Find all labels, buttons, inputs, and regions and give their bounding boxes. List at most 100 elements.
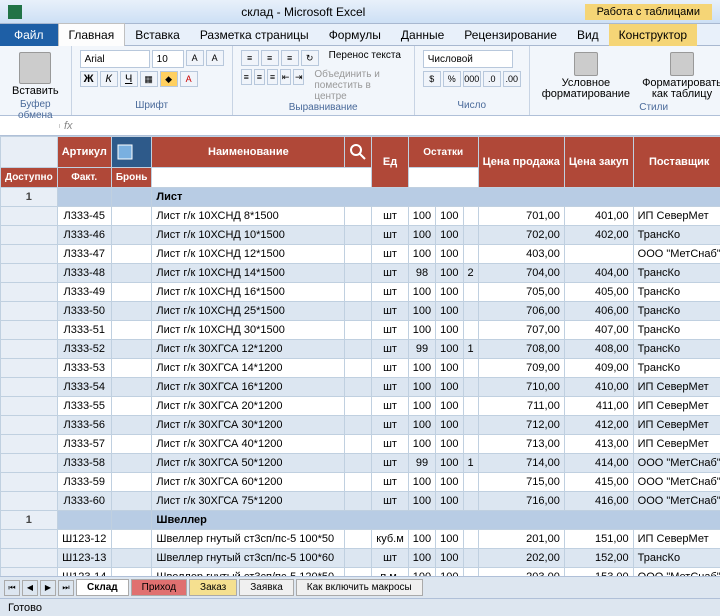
table-row[interactable]: Л333-52Лист г/к 30ХГСА 12*1200шт99100170… <box>1 340 720 359</box>
window-title: склад - Microsoft Excel <box>22 5 585 19</box>
font-color-button[interactable]: A <box>180 71 198 87</box>
decrease-font-button[interactable]: A <box>206 50 224 66</box>
table-row[interactable]: Л333-46Лист г/к 10ХСНД 10*1500шт10010070… <box>1 226 720 245</box>
comma-button[interactable]: 000 <box>463 71 481 87</box>
table-row[interactable]: Л333-57Лист г/к 30ХГСА 40*1200шт10010071… <box>1 435 720 454</box>
fx-icon[interactable]: fx <box>60 120 77 132</box>
align-top-button[interactable]: ≡ <box>241 50 259 66</box>
file-menu[interactable]: Файл <box>0 24 58 46</box>
header-bron[interactable]: Бронь <box>111 168 152 188</box>
status-text: Готово <box>8 602 42 614</box>
header-cena-zakup[interactable]: Цена закуп <box>564 137 633 188</box>
bold-button[interactable]: Ж <box>80 71 98 87</box>
paste-button[interactable]: Вставить <box>8 50 63 99</box>
number-format-combo[interactable]: Числовой <box>423 50 513 68</box>
underline-button[interactable]: Ч <box>120 71 138 87</box>
table-row[interactable]: Ш123-12Швеллер гнутый ст3сп/пс-5 100*50к… <box>1 530 720 549</box>
percent-button[interactable]: % <box>443 71 461 87</box>
header-dostupno[interactable]: Доступно <box>1 168 58 188</box>
table-row[interactable]: Л333-58Лист г/к 30ХГСА 50*1200шт99100171… <box>1 454 720 473</box>
tab-insert[interactable]: Вставка <box>125 24 190 46</box>
table-row[interactable]: Л333-56Лист г/к 30ХГСА 30*1200шт10010071… <box>1 416 720 435</box>
align-center-button[interactable]: ≡ <box>254 69 265 85</box>
table-row[interactable]: Л333-59Лист г/к 30ХГСА 60*1200шт10010071… <box>1 473 720 492</box>
ribbon-group-clipboard: Вставить Буфер обмена <box>0 46 72 115</box>
decrease-indent-button[interactable]: ⇤ <box>280 69 291 85</box>
align-left-button[interactable]: ≡ <box>241 69 252 85</box>
border-button[interactable]: ▦ <box>140 71 158 87</box>
table-row[interactable]: Л333-60Лист г/к 30ХГСА 75*1200шт10010071… <box>1 492 720 511</box>
header-artikul[interactable]: Артикул <box>57 137 111 168</box>
format-table-button[interactable]: Форматировать как таблицу <box>638 50 720 102</box>
header-fakt[interactable]: Факт. <box>57 168 111 188</box>
header-ed[interactable]: Ед <box>372 137 408 188</box>
header-search-icon[interactable] <box>345 137 372 168</box>
tab-home[interactable]: Главная <box>58 23 126 46</box>
tab-nav-prev[interactable]: ◀ <box>22 580 38 596</box>
tab-formulas[interactable]: Формулы <box>319 24 391 46</box>
ws-tab-sklad[interactable]: Склад <box>76 579 129 596</box>
header-item-icon[interactable] <box>111 137 152 168</box>
align-bottom-button[interactable]: ≡ <box>281 50 299 66</box>
tab-nav-first[interactable]: ⏮ <box>4 580 20 596</box>
merge-button[interactable]: Объединить и поместить в центре <box>314 69 405 102</box>
table-row[interactable]: 1Лист <box>1 188 720 207</box>
tab-nav-next[interactable]: ▶ <box>40 580 56 596</box>
worksheet-grid[interactable]: Артикул Наименование Ед Остатки Цена про… <box>0 136 720 576</box>
table-row[interactable]: Ш123-14Швеллер гнутый ст3сп/пс-5 120*50п… <box>1 568 720 577</box>
header-postavschik[interactable]: Поставщик <box>633 137 720 188</box>
status-bar: Готово <box>0 598 720 616</box>
wrap-text-button[interactable]: Перенос текста <box>329 50 401 66</box>
tab-view[interactable]: Вид <box>567 24 609 46</box>
font-name-combo[interactable]: Arial <box>80 50 150 68</box>
header-naimenovanie[interactable]: Наименование <box>152 137 345 168</box>
header-cena-prod[interactable]: Цена продажа <box>478 137 564 188</box>
formula-bar: fx <box>0 116 720 136</box>
ribbon: Вставить Буфер обмена Arial 10 A A Ж К Ч… <box>0 46 720 116</box>
table-row[interactable]: Л333-54Лист г/к 30ХГСА 16*1200шт10010071… <box>1 378 720 397</box>
table-row[interactable]: Л333-49Лист г/к 10ХСНД 16*1500шт10010070… <box>1 283 720 302</box>
tab-review[interactable]: Рецензирование <box>454 24 567 46</box>
name-box[interactable] <box>0 124 60 128</box>
ribbon-group-alignment: ≡ ≡ ≡ ↻ Перенос текста ≡ ≡ ≡ ⇤ ⇥ Объедин… <box>233 46 415 115</box>
align-right-button[interactable]: ≡ <box>267 69 278 85</box>
ribbon-group-number: Числовой $ % 000 .0 .00 Число <box>415 46 530 115</box>
title-bar: склад - Microsoft Excel Работа с таблица… <box>0 0 720 24</box>
orientation-button[interactable]: ↻ <box>301 50 319 66</box>
table-row[interactable]: Ш123-13Швеллер гнутый ст3сп/пс-5 100*60ш… <box>1 549 720 568</box>
increase-decimal-button[interactable]: .0 <box>483 71 501 87</box>
table-row[interactable]: Л333-53Лист г/к 30ХГСА 14*1200шт10010070… <box>1 359 720 378</box>
app-icon <box>8 5 22 19</box>
table-row[interactable]: Л333-45Лист г/к 10ХСНД 8*1500шт100100701… <box>1 207 720 226</box>
tab-data[interactable]: Данные <box>391 24 454 46</box>
ws-tab-prihod[interactable]: Приход <box>131 579 187 596</box>
currency-button[interactable]: $ <box>423 71 441 87</box>
ribbon-group-styles: Условное форматирование Форматировать ка… <box>530 46 720 115</box>
ws-tab-zakaz[interactable]: Заказ <box>189 579 237 596</box>
ws-tab-zayavka[interactable]: Заявка <box>239 579 294 596</box>
table-row[interactable]: Л333-51Лист г/к 10ХСНД 30*1500шт10010070… <box>1 321 720 340</box>
ws-tab-macros[interactable]: Как включить макросы <box>296 579 423 596</box>
tab-table-design[interactable]: Конструктор <box>609 24 697 46</box>
font-size-combo[interactable]: 10 <box>152 50 184 68</box>
ribbon-group-font: Arial 10 A A Ж К Ч ▦ ◆ A Шрифт <box>72 46 233 115</box>
table-row[interactable]: 1Швеллер <box>1 511 720 530</box>
table-row[interactable]: Л333-50Лист г/к 10ХСНД 25*1500шт10010070… <box>1 302 720 321</box>
align-middle-button[interactable]: ≡ <box>261 50 279 66</box>
menu-bar: Файл Главная Вставка Разметка страницы Ф… <box>0 24 720 46</box>
increase-indent-button[interactable]: ⇥ <box>293 69 304 85</box>
select-all-corner[interactable] <box>1 137 58 168</box>
italic-button[interactable]: К <box>100 71 118 87</box>
table-row[interactable]: Л333-48Лист г/к 10ХСНД 14*1500шт98100270… <box>1 264 720 283</box>
header-ostatki[interactable]: Остатки <box>408 137 478 168</box>
tab-page-layout[interactable]: Разметка страницы <box>190 24 319 46</box>
decrease-decimal-button[interactable]: .00 <box>503 71 521 87</box>
fill-color-button[interactable]: ◆ <box>160 71 178 87</box>
table-row[interactable]: Л333-47Лист г/к 10ХСНД 12*1500шт10010040… <box>1 245 720 264</box>
table-format-icon <box>670 52 694 76</box>
tab-nav-last[interactable]: ⏭ <box>58 580 74 596</box>
table-row[interactable]: Л333-55Лист г/к 30ХГСА 20*1200шт10010071… <box>1 397 720 416</box>
increase-font-button[interactable]: A <box>186 50 204 66</box>
conditional-format-button[interactable]: Условное форматирование <box>538 50 634 102</box>
cond-format-icon <box>574 52 598 76</box>
